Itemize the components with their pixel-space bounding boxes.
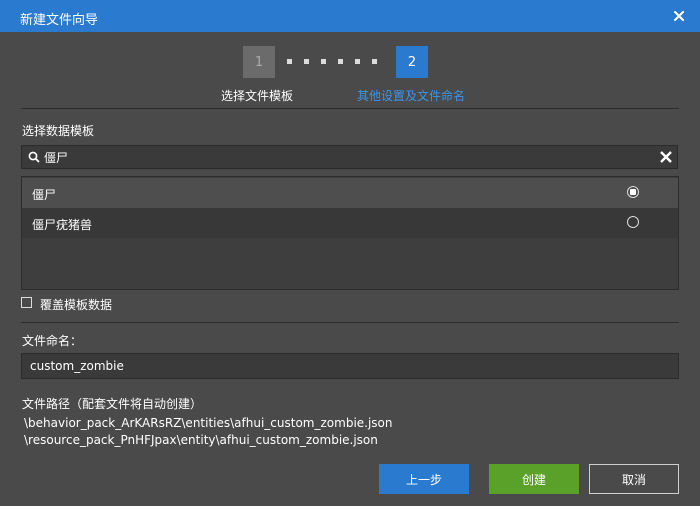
title-bar: 新建文件向导 [0,0,700,32]
previous-step-button[interactable]: 上一步 [379,464,469,494]
template-list: 僵尸 僵尸疣猪兽 [21,176,679,290]
template-search-input[interactable] [44,148,644,166]
behavior-pack-path: \behavior_pack_ArKARsRZ\entities\afhui_c… [24,416,393,430]
template-section-label: 选择数据模板 [22,124,95,138]
wizard-stepper: 1 2 选择文件模板 其他设置及文件命名 [0,44,700,104]
step-2-indicator: 2 [396,46,428,78]
progress-dot [372,59,377,64]
template-radio[interactable] [627,216,639,228]
progress-dot [355,59,360,64]
progress-dot [287,59,292,64]
template-list-item[interactable]: 僵尸 [22,178,678,208]
step-1-indicator: 1 [243,46,275,78]
template-item-label: 僵尸 [32,188,57,202]
step-progress-dots [287,59,387,65]
checkbox-box[interactable] [21,297,32,308]
template-radio-selected[interactable] [627,186,639,198]
clear-icon[interactable] [658,149,674,165]
progress-dot [321,59,326,64]
divider [21,322,679,323]
override-checkbox-label: 覆盖模板数据 [40,298,113,312]
cancel-button[interactable]: 取消 [589,464,679,494]
filename-label: 文件命名： [22,334,83,348]
progress-dot [338,59,343,64]
step-1-label: 选择文件模板 [221,89,294,103]
search-icon [28,151,40,163]
template-item-label: 僵尸疣猪兽 [32,218,93,232]
template-list-item[interactable]: 僵尸疣猪兽 [22,208,678,238]
step-2-label: 其他设置及文件命名 [357,89,466,103]
template-search-box [21,145,678,169]
close-icon[interactable] [668,5,690,27]
progress-dot [304,59,309,64]
resource-pack-path: \resource_pack_PnHFJpax\entity\afhui_cus… [24,433,378,447]
window-title: 新建文件向导 [20,13,99,28]
filepath-label: 文件路径（配套文件将自动创建） [22,397,203,411]
create-button[interactable]: 创建 [489,464,579,494]
divider [21,108,679,109]
filename-input[interactable] [21,353,679,379]
